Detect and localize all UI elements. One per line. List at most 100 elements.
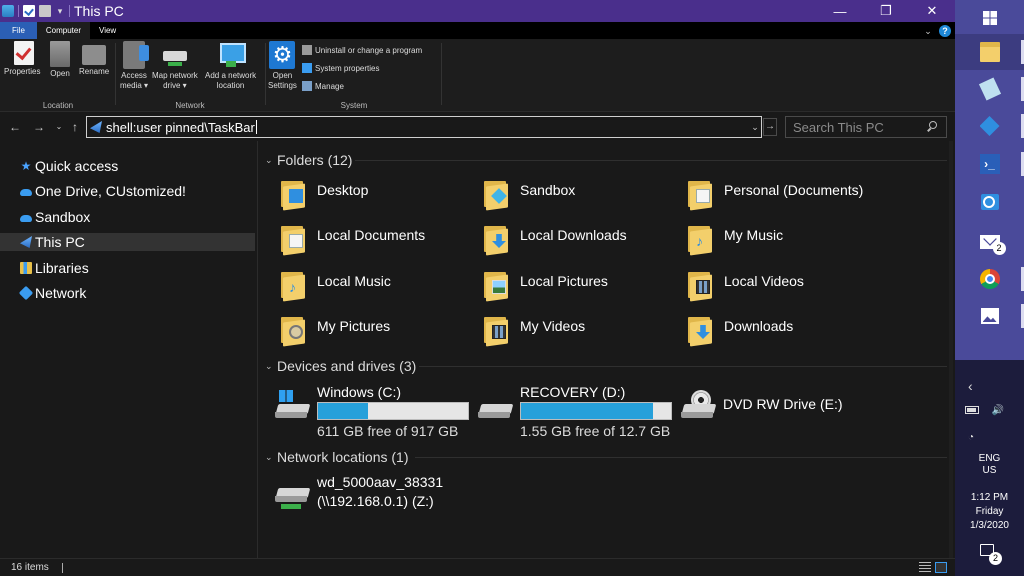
folder-icon: [686, 313, 714, 347]
nav-item-sandbox[interactable]: Sandbox: [0, 208, 255, 226]
ribbon-group-system: Open Settings Uninstall or change a prog…: [266, 41, 442, 112]
show-hidden-icons-chevron-icon[interactable]: ‹: [968, 378, 973, 394]
action-center-button[interactable]: 2: [980, 544, 1002, 565]
details-view-icon[interactable]: [919, 562, 931, 573]
input-language-button[interactable]: ENG US: [955, 453, 1024, 477]
drive-free-space: 1.55 GB free of 12.7 GB: [520, 423, 671, 439]
windows-logo-icon: [982, 11, 997, 25]
group-header-devices[interactable]: ⌄ Devices and drives (3): [265, 357, 416, 375]
folder-icon[interactable]: [2, 5, 14, 17]
nav-item-quick-access[interactable]: ★ Quick access: [0, 157, 255, 175]
nav-item-libraries[interactable]: Libraries: [0, 259, 255, 277]
search-box[interactable]: Search This PC: [785, 116, 947, 138]
wifi-icon[interactable]: ◔: [965, 433, 977, 443]
folder-item[interactable]: Desktop: [279, 177, 479, 217]
add-network-location-button[interactable]: Add a network location: [205, 41, 256, 91]
recent-locations-chevron-icon[interactable]: ⌄: [52, 119, 66, 135]
folder-name: Local Videos: [724, 273, 804, 289]
address-dropdown-icon[interactable]: ⌄: [750, 121, 760, 133]
search-icon[interactable]: [924, 119, 940, 135]
address-input[interactable]: shell:user pinned\TaskBar: [106, 120, 255, 135]
tab-view[interactable]: View: [90, 22, 125, 39]
open-button[interactable]: Open: [50, 41, 70, 79]
go-arrow-icon[interactable]: →: [763, 118, 777, 136]
quick-access-toolbar: ▾: [0, 0, 70, 22]
folder-item[interactable]: ♪ My Music: [686, 222, 886, 262]
drive-item-c[interactable]: Windows (C:) 611 GB free of 917 GB: [275, 382, 475, 439]
powershell-icon: ›_: [979, 154, 1000, 174]
content-scrollbar[interactable]: [949, 141, 953, 558]
system-properties-button[interactable]: System properties: [302, 63, 379, 73]
large-icons-view-icon[interactable]: [935, 562, 947, 573]
folder-item[interactable]: Personal (Documents): [686, 177, 946, 217]
properties-quick-icon[interactable]: [23, 5, 35, 17]
start-button[interactable]: [955, 0, 1024, 36]
folder-item[interactable]: Local Documents: [279, 222, 479, 262]
taskbar-photos[interactable]: [955, 298, 1024, 334]
title-bar[interactable]: ▾ This PC — ❐ ✕: [0, 0, 955, 22]
new-folder-quick-icon[interactable]: [39, 5, 51, 17]
close-button[interactable]: ✕: [909, 0, 955, 22]
tab-computer[interactable]: Computer: [36, 22, 91, 39]
group-header-folders[interactable]: ⌄ Folders (12): [265, 151, 352, 169]
forward-arrow-icon[interactable]: →: [32, 119, 46, 135]
help-icon[interactable]: ?: [939, 24, 951, 37]
access-media-button[interactable]: Access media ▾: [120, 41, 150, 91]
open-settings-button[interactable]: Open Settings: [268, 41, 297, 91]
open-settings-label: Open Settings: [268, 71, 297, 90]
folder-name: Local Documents: [317, 227, 426, 243]
minimize-button[interactable]: —: [817, 0, 863, 22]
address-bar[interactable]: shell:user pinned\TaskBar: [86, 116, 762, 138]
folder-item[interactable]: My Videos: [482, 313, 682, 353]
taskbar-mail[interactable]: 2: [955, 224, 1024, 260]
manage-button[interactable]: Manage: [302, 81, 344, 91]
folder-item[interactable]: Downloads: [686, 313, 886, 353]
maximize-button[interactable]: ❐: [863, 0, 909, 22]
nav-item-network[interactable]: Network: [0, 284, 255, 302]
folder-item[interactable]: ♪ Local Music: [279, 268, 479, 308]
drive-item-d[interactable]: RECOVERY (D:) 1.55 GB free of 12.7 GB: [478, 382, 678, 439]
collapse-chevron-icon[interactable]: ⌄: [265, 155, 275, 166]
folder-icon: [279, 313, 307, 347]
taskbar-chrome[interactable]: [955, 261, 1024, 297]
folder-item[interactable]: Local Videos: [686, 268, 886, 308]
status-divider: [61, 562, 63, 573]
group-label-location: Location: [42, 101, 74, 110]
content-pane: ⌄ Folders (12) Desktop Sandbox Personal …: [259, 141, 953, 558]
uninstall-program-button[interactable]: Uninstall or change a program: [302, 45, 422, 55]
map-network-drive-button[interactable]: Map network drive ▾: [152, 41, 198, 91]
group-divider: [355, 160, 947, 161]
folder-item[interactable]: My Pictures: [279, 313, 479, 353]
rename-button[interactable]: Rename: [79, 41, 109, 77]
folder-item[interactable]: Sandbox: [482, 177, 682, 217]
up-arrow-icon[interactable]: ↑: [68, 119, 82, 135]
back-arrow-icon[interactable]: ←: [8, 119, 22, 135]
volume-icon[interactable]: 🔊: [991, 406, 1005, 416]
taskbar-app[interactable]: [955, 108, 1024, 144]
nav-item-this-pc[interactable]: This PC: [0, 233, 255, 251]
folder-item[interactable]: Local Downloads: [482, 222, 682, 262]
group-header-network-locations[interactable]: ⌄ Network locations (1): [265, 448, 409, 466]
taskbar-search-app[interactable]: [955, 184, 1024, 220]
nav-item-onedrive[interactable]: One Drive, CUstomized!: [0, 182, 255, 200]
search-input[interactable]: Search This PC: [793, 120, 924, 135]
collapse-chevron-icon[interactable]: ⌄: [265, 361, 275, 372]
collapse-chevron-icon[interactable]: ⌄: [265, 452, 275, 463]
taskbar-notepad[interactable]: [955, 71, 1024, 107]
system-properties-icon: [302, 63, 312, 73]
clock[interactable]: 1:12 PM Friday 1/3/2020: [955, 491, 1024, 533]
taskbar-file-explorer[interactable]: [955, 34, 1024, 70]
collapse-ribbon-icon[interactable]: ⌄: [923, 26, 933, 36]
folder-item[interactable]: Local Pictures: [482, 268, 682, 308]
manage-label: Manage: [315, 81, 344, 91]
battery-icon[interactable]: [965, 406, 979, 414]
network-location-item[interactable]: wd_5000aav_38331 (\\192.168.0.1) (Z:): [275, 472, 535, 522]
drive-item-e[interactable]: DVD RW Drive (E:): [681, 382, 901, 432]
photos-icon: [980, 308, 999, 324]
customize-toolbar-icon[interactable]: ▾: [55, 5, 65, 17]
notepad-icon: [978, 77, 1001, 101]
properties-button[interactable]: Properties: [4, 41, 40, 77]
libraries-icon: [20, 262, 32, 274]
tab-file[interactable]: File: [0, 22, 37, 39]
taskbar-powershell[interactable]: ›_: [955, 146, 1024, 182]
